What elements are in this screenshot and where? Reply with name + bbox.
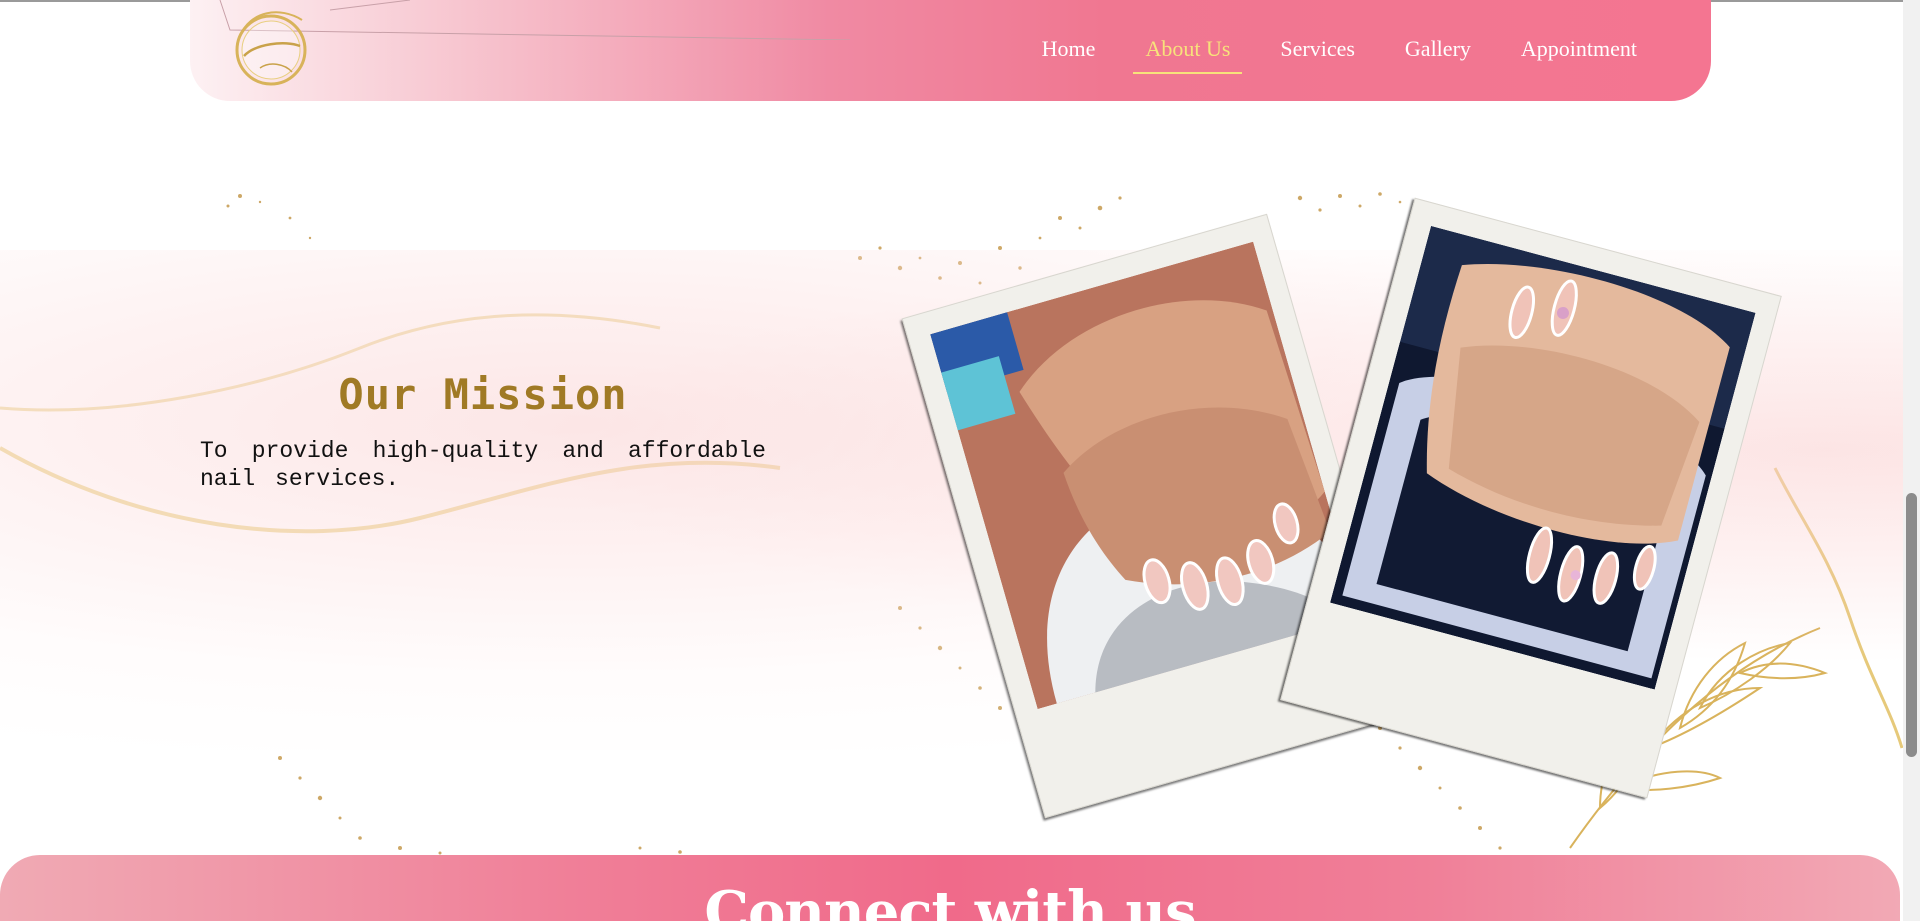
almond-nail-art-photo bbox=[1330, 225, 1756, 690]
logo-emblem bbox=[235, 11, 307, 86]
nav-link-appointment[interactable]: Appointment bbox=[1509, 36, 1649, 74]
page-scrollbar[interactable] bbox=[1903, 0, 1920, 921]
nav-links: Home About Us Services Gallery Appointme… bbox=[1004, 36, 1649, 74]
nav-link-about-us[interactable]: About Us bbox=[1133, 36, 1243, 74]
connect-title: Connect with us bbox=[704, 879, 1196, 921]
mission-description: To provide high-quality and affordable n… bbox=[200, 438, 766, 492]
scrollbar-thumb[interactable] bbox=[1906, 493, 1917, 757]
brand-logo[interactable] bbox=[230, 6, 312, 90]
nav-link-gallery[interactable]: Gallery bbox=[1393, 36, 1483, 74]
mission-section: Our Mission To provide high-quality and … bbox=[200, 370, 766, 493]
connect-section: Connect with us bbox=[0, 855, 1900, 921]
mission-title: Our Mission bbox=[338, 370, 628, 419]
top-navbar: Home About Us Services Gallery Appointme… bbox=[190, 0, 1711, 101]
nav-link-services[interactable]: Services bbox=[1268, 36, 1367, 74]
nav-link-home[interactable]: Home bbox=[1030, 36, 1108, 74]
